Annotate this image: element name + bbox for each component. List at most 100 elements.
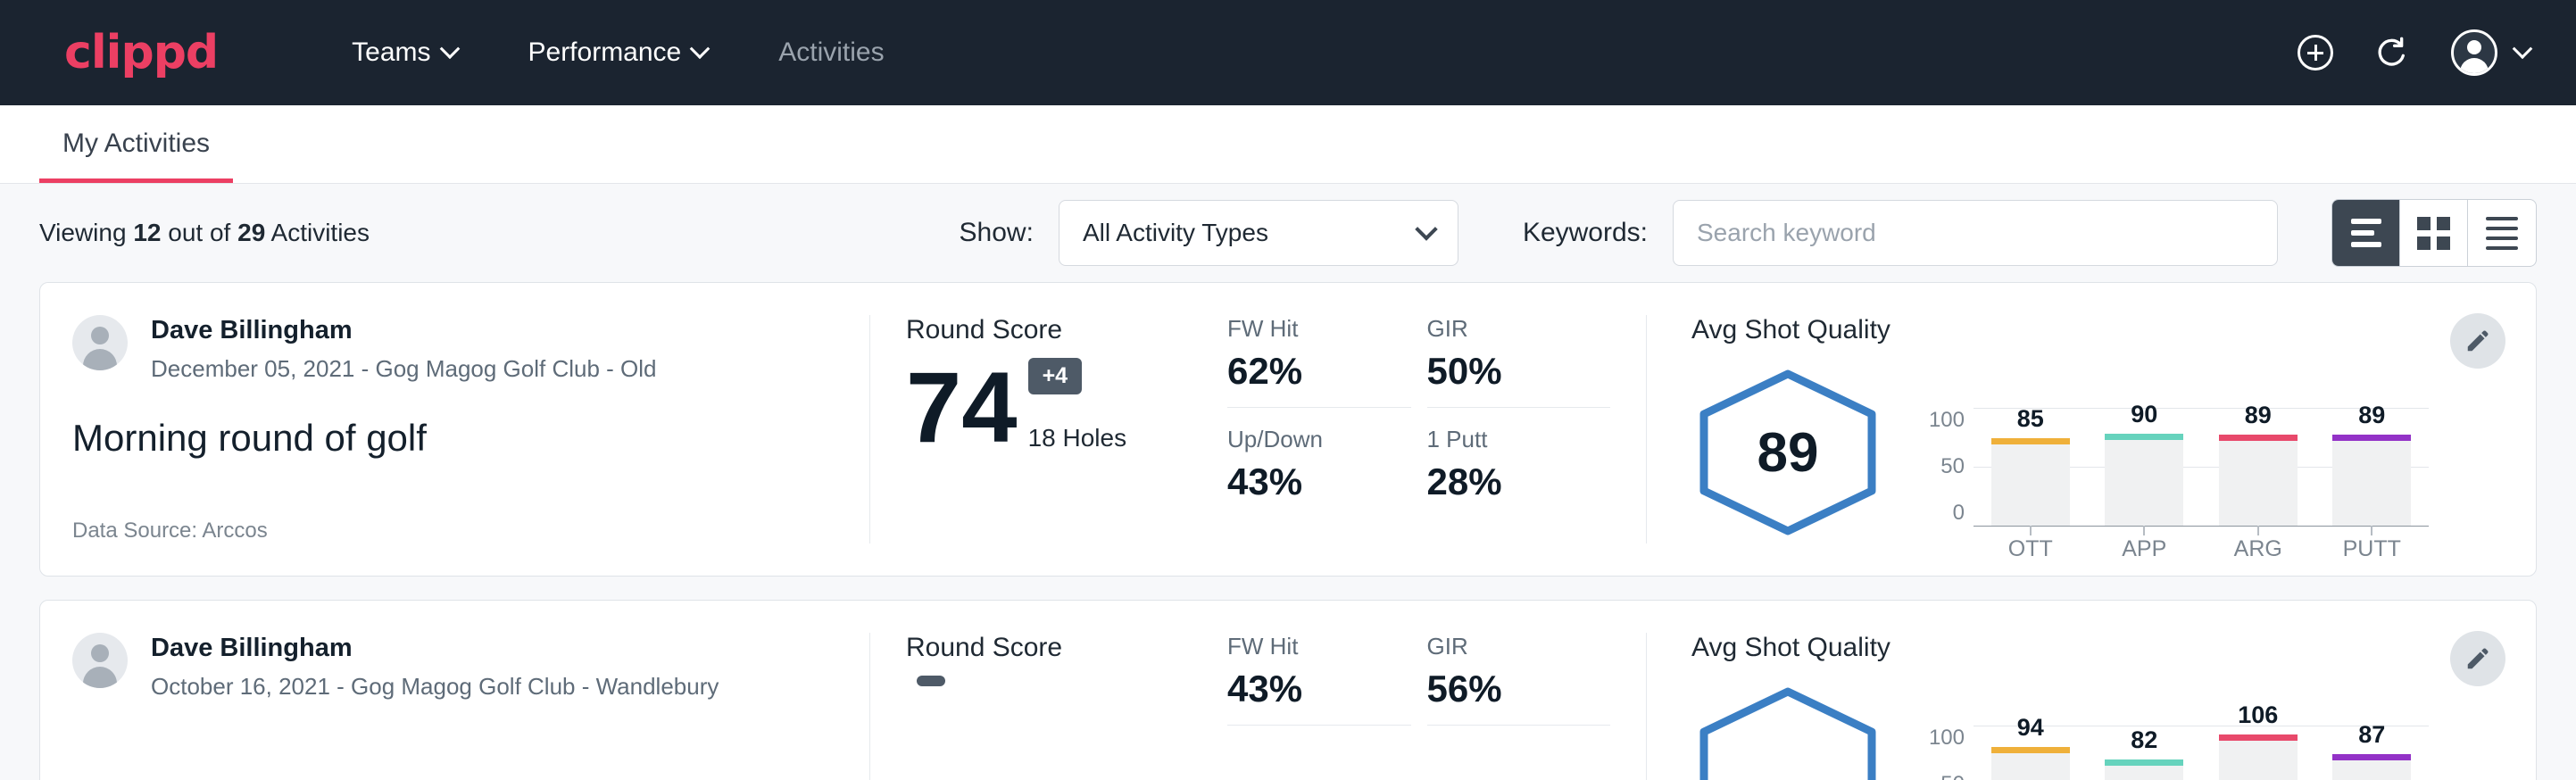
list-view-button[interactable] xyxy=(2332,200,2400,266)
tab-bar: My Activities xyxy=(0,105,2576,184)
round-score-label: Round Score xyxy=(906,633,1227,663)
score-differential-badge: +4 xyxy=(1028,358,1083,394)
keywords-label: Keywords: xyxy=(1523,218,1648,248)
stat-fw-hit: FW Hit 43% xyxy=(1227,633,1411,726)
primary-nav: Teams Performance Activities xyxy=(316,37,919,68)
activity-meta: October 16, 2021 - Gog Magog Golf Club -… xyxy=(151,673,719,701)
edit-activity-button[interactable] xyxy=(2450,313,2505,369)
player-name: Dave Billingham xyxy=(151,633,719,664)
avg-shot-quality-section: Avg Shot Quality 100 50 0 xyxy=(1647,633,2536,780)
refresh-icon[interactable] xyxy=(2374,35,2410,71)
bar-cap xyxy=(1991,438,2070,444)
header-actions xyxy=(2298,29,2530,76)
bar-value-label: 85 xyxy=(2017,405,2044,433)
bar-value-label: 87 xyxy=(2358,721,2385,749)
bar-value-label: 94 xyxy=(2017,714,2044,742)
stat-label: 1 Putt xyxy=(1427,426,1611,453)
show-label: Show: xyxy=(960,218,1034,248)
activity-type-select[interactable]: All Activity Types xyxy=(1059,200,1458,266)
bar xyxy=(2219,435,2298,526)
chart-y-axis: 100 50 0 xyxy=(1918,408,1974,526)
avatar xyxy=(2451,29,2497,76)
activity-title: Morning round of golf xyxy=(72,417,834,460)
bar-value-label: 90 xyxy=(2131,401,2157,428)
viewing-count: 12 xyxy=(133,219,161,246)
chart-plot-area: 85908989 OTTAPPARGPUTT xyxy=(1974,379,2429,526)
compact-view-icon xyxy=(2486,217,2518,250)
x-tick-label: OTT xyxy=(1991,536,2070,562)
quality-score-value xyxy=(1691,685,1884,780)
round-score-label: Round Score xyxy=(906,315,1227,345)
chart-bars: 94 82 106 87 xyxy=(1974,697,2429,780)
quality-hexagon xyxy=(1691,685,1884,780)
avatar xyxy=(72,633,128,688)
nav-item-activities[interactable]: Activities xyxy=(743,37,919,68)
player-row: Dave Billingham October 16, 2021 - Gog M… xyxy=(72,633,834,701)
tab-my-activities[interactable]: My Activities xyxy=(39,129,233,183)
filter-bar: Viewing 12 out of 29 Activities Show: Al… xyxy=(0,184,2576,282)
player-row: Dave Billingham December 05, 2021 - Gog … xyxy=(72,315,834,383)
search-input[interactable] xyxy=(1673,200,2278,266)
stat-gir: GIR 56% xyxy=(1427,633,1611,726)
chevron-down-icon xyxy=(439,38,460,59)
bar-group: 82 xyxy=(2105,726,2183,780)
chevron-down-icon xyxy=(690,38,710,59)
stat-value: 43% xyxy=(1227,461,1411,503)
y-tick: 50 xyxy=(1940,772,1965,780)
viewing-prefix: Viewing xyxy=(39,219,127,246)
bar-value-label: 89 xyxy=(2358,402,2385,429)
nav-item-label: Activities xyxy=(778,37,884,68)
compact-view-button[interactable] xyxy=(2468,200,2536,266)
brand-logo[interactable]: clippd xyxy=(64,26,218,79)
stat-value: 43% xyxy=(1227,668,1411,710)
chart-bars: 85 90 89 89 xyxy=(1974,379,2429,526)
bar xyxy=(2219,734,2298,780)
holes-label: 18 Holes xyxy=(1028,424,1127,452)
chart-x-axis: OTTAPPARGPUTT xyxy=(1974,536,2429,562)
bar-value-label: 82 xyxy=(2131,726,2157,754)
bar-group: 106 xyxy=(2219,701,2298,780)
avg-shot-quality-label: Avg Shot Quality xyxy=(1691,633,2536,663)
round-score-section: Round Score 74 +4 18 Holes xyxy=(870,315,1227,544)
activity-card[interactable]: Dave Billingham December 05, 2021 - Gog … xyxy=(39,282,2537,577)
app-header: clippd Teams Performance Activities xyxy=(0,0,2576,105)
edit-activity-button[interactable] xyxy=(2450,631,2505,686)
grid-view-button[interactable] xyxy=(2400,200,2468,266)
stat-value: 56% xyxy=(1427,668,1611,710)
add-icon[interactable] xyxy=(2298,35,2333,71)
bar-cap xyxy=(2332,435,2411,441)
view-toggle-group xyxy=(2331,199,2537,267)
activity-list: Dave Billingham December 05, 2021 - Gog … xyxy=(0,282,2576,780)
bar-cap xyxy=(2219,435,2298,441)
list-view-icon xyxy=(2351,219,2381,247)
nav-item-teams[interactable]: Teams xyxy=(316,37,492,68)
bar-group: 89 xyxy=(2219,402,2298,526)
activity-card[interactable]: Dave Billingham October 16, 2021 - Gog M… xyxy=(39,600,2537,780)
account-menu[interactable] xyxy=(2451,29,2530,76)
nav-item-label: Teams xyxy=(352,37,430,68)
stat-value: 50% xyxy=(1427,350,1611,393)
stat-up-down: Up/Down 43% xyxy=(1227,426,1411,518)
bar-group: 89 xyxy=(2332,402,2411,526)
player-name: Dave Billingham xyxy=(151,315,657,346)
activity-info: Dave Billingham October 16, 2021 - Gog M… xyxy=(40,633,870,780)
bar-group: 87 xyxy=(2332,721,2411,780)
data-source: Data Source: Arccos xyxy=(72,519,834,544)
viewing-middle: out of xyxy=(168,219,230,246)
nav-item-performance[interactable]: Performance xyxy=(493,37,744,68)
round-score-section: Round Score xyxy=(870,633,1227,780)
stat-label: GIR xyxy=(1427,633,1611,660)
activity-type-value: All Activity Types xyxy=(1083,219,1268,247)
y-tick: 100 xyxy=(1929,726,1965,751)
bar xyxy=(1991,438,2070,526)
bar xyxy=(2105,759,2183,780)
chart-tickmarks xyxy=(1974,526,2429,535)
bar-group: 90 xyxy=(2105,401,2183,526)
stats-grid: FW Hit 43% GIR 56% xyxy=(1227,633,1647,780)
shot-quality-chart: 100 50 0 85908989 OTTAPPARGPUTT xyxy=(1884,379,2536,526)
stats-grid: FW Hit 62% GIR 50% Up/Down 43% 1 Putt 28… xyxy=(1227,315,1647,544)
y-tick: 50 xyxy=(1940,454,1965,479)
bar-group: 85 xyxy=(1991,405,2070,526)
activity-info: Dave Billingham December 05, 2021 - Gog … xyxy=(40,315,870,544)
bar-value-label: 106 xyxy=(2238,701,2278,729)
